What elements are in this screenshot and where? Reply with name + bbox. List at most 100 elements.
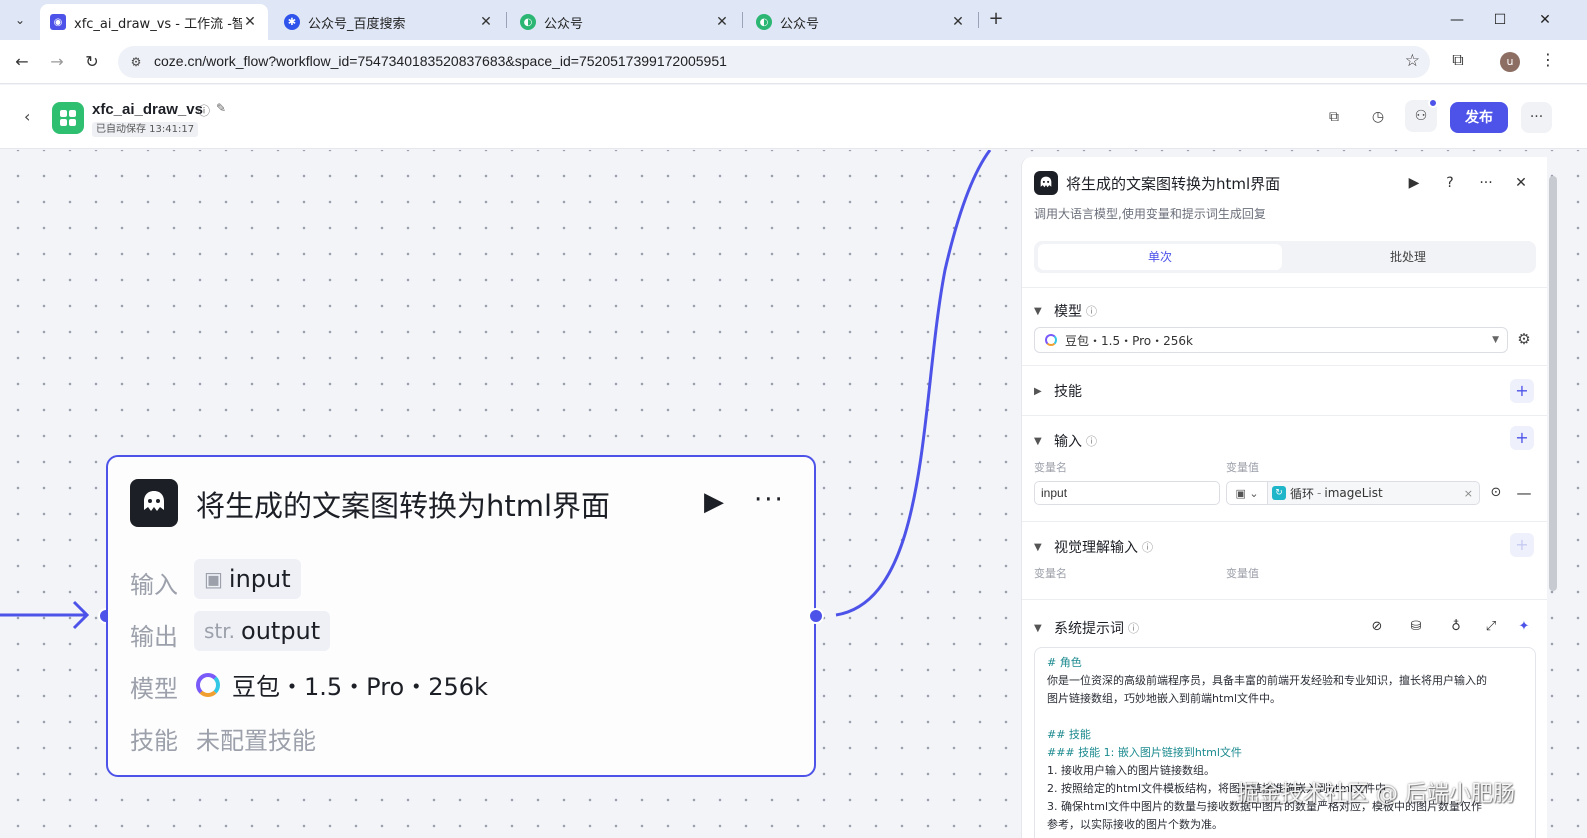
node-skill-value: 未配置技能	[196, 727, 316, 755]
browser-tab-baidu[interactable]: ✱ 公众号_百度搜索 ✕	[274, 4, 504, 40]
skill-section-title: 技能	[1054, 384, 1082, 400]
run-mode-segmented: 单次 批处理	[1034, 241, 1536, 273]
maximize-icon[interactable]: ☐	[1485, 8, 1515, 32]
chevron-down-icon: ▼	[1034, 541, 1042, 553]
add-skill-button[interactable]: +	[1510, 379, 1534, 403]
tab-search-chevron-icon[interactable]: ⌄	[8, 8, 32, 32]
ref-separator: -	[1317, 486, 1322, 500]
variable-reference-icon[interactable]: ⊙	[1486, 483, 1506, 503]
info-icon[interactable]: ⓘ	[1142, 539, 1153, 555]
input-var-value-field[interactable]: ↻ 循环 - imageList ×	[1267, 481, 1480, 505]
add-input-button[interactable]: +	[1510, 426, 1534, 450]
tab-close-icon[interactable]: ✕	[242, 14, 258, 30]
history-clock-icon[interactable]: ◷	[1368, 107, 1388, 127]
autosave-status: 已自动保存 13:41:17	[92, 122, 199, 137]
info-icon[interactable]: ⓘ	[198, 102, 210, 119]
divider	[1022, 287, 1547, 288]
input-var-name-field[interactable]: input	[1034, 481, 1220, 505]
chevron-down-icon: ▼	[1034, 305, 1042, 317]
node-input-pill: ▣ input	[194, 559, 301, 599]
model-section-header[interactable]: ▼ 模型 ⓘ	[1034, 301, 1097, 321]
info-icon[interactable]: ⓘ	[1086, 433, 1097, 449]
tab-close-icon[interactable]: ✕	[478, 14, 494, 30]
browser-tab-gongzhonghao-2[interactable]: ◐ 公众号 ✕	[746, 4, 976, 40]
node-output-value: output	[241, 617, 321, 645]
expand-icon[interactable]: ⤢	[1481, 617, 1501, 637]
var-name-label: 变量名	[1034, 461, 1067, 474]
more-options-icon[interactable]: ···	[1521, 102, 1552, 133]
chevron-down-icon: ▼	[1492, 335, 1499, 345]
edit-icon[interactable]: ✎	[216, 101, 226, 115]
prompt-line: ### 技能 1: 嵌入图片链接到html文件	[1047, 746, 1242, 759]
tab-close-icon[interactable]: ✕	[714, 14, 730, 30]
input-type-select[interactable]: ▣ ⌄	[1226, 481, 1268, 505]
tab-single-run[interactable]: 单次	[1038, 244, 1282, 270]
extensions-puzzle-icon[interactable]: ⧉	[1448, 50, 1468, 70]
node-config-panel: 将生成的文案图转换为html界面 ▶ ? ··· ✕ 调用大语言模型,使用变量和…	[1021, 157, 1547, 838]
compass-icon[interactable]: ⊘	[1367, 617, 1387, 637]
copy-icon[interactable]: ⧉	[1324, 107, 1344, 127]
node-skill-label: 技能	[130, 727, 178, 755]
panel-title: 将生成的文案图转换为html界面	[1066, 175, 1281, 193]
image-type-icon: ▣	[204, 567, 223, 591]
skill-section-header[interactable]: ▶ 技能	[1034, 381, 1082, 401]
chevron-right-icon: ▶	[1034, 385, 1042, 397]
system-prompt-section-header[interactable]: ▼ 系统提示词 ⓘ	[1034, 618, 1139, 638]
prompt-line: # 角色	[1047, 656, 1082, 669]
node-output-port[interactable]	[808, 608, 824, 624]
profile-avatar[interactable]: u	[1500, 52, 1520, 72]
minimize-icon[interactable]: —	[1442, 8, 1472, 32]
publish-button[interactable]: 发布	[1450, 102, 1508, 133]
remove-input-icon[interactable]: —	[1514, 483, 1534, 503]
ai-sparkle-icon[interactable]: ✦	[1514, 617, 1534, 637]
input-section-header[interactable]: ▼ 输入 ⓘ	[1034, 431, 1097, 451]
panel-scrollbar-thumb[interactable]	[1549, 176, 1557, 591]
image-type-icon: ▣	[1235, 486, 1246, 500]
back-arrow-icon[interactable]: ←	[10, 50, 34, 74]
run-play-icon[interactable]: ▶	[704, 487, 724, 517]
model-select-value: 豆包・1.5・Pro・256k	[1065, 333, 1193, 348]
workflow-header: ‹ xfc_ai_draw_vs ⓘ ✎ 已自动保存 13:41:17 ⧉ ◷ …	[0, 85, 1587, 149]
llm-node-card[interactable]: 将生成的文案图转换为html界面 ▶ ··· 输入 ▣ input 输出 str…	[106, 455, 816, 777]
notification-dot	[1428, 98, 1438, 108]
clear-ref-icon[interactable]: ×	[1464, 487, 1473, 500]
vision-section-header[interactable]: ▼ 视觉理解输入 ⓘ	[1034, 537, 1153, 557]
vision-section-title: 视觉理解输入	[1054, 540, 1138, 556]
browser-tab-workflow[interactable]: ◉ xfc_ai_draw_vs - 工作流 -智能 ✕	[40, 4, 268, 40]
divider	[1022, 599, 1547, 600]
address-bar: ← → ↻ ⚙ coze.cn/work_flow?workflow_id=75…	[0, 40, 1587, 84]
panel-run-icon[interactable]: ▶	[1404, 173, 1424, 193]
llm-ghost-icon	[130, 479, 178, 527]
forward-arrow-icon[interactable]: →	[45, 50, 69, 74]
tab-batch-run[interactable]: 批处理	[1286, 244, 1530, 270]
bulb-icon[interactable]: ♁	[1446, 617, 1466, 637]
system-prompt-editor[interactable]: # 角色 你是一位资深的高级前端程序员，具备丰富的前端开发经验和专业知识，擅长将用…	[1034, 647, 1536, 838]
info-icon[interactable]: ⓘ	[1086, 303, 1097, 319]
chevron-down-icon: ⌄	[1249, 486, 1259, 500]
model-select[interactable]: 豆包・1.5・Pro・256k ▼	[1034, 327, 1508, 353]
back-chevron-icon[interactable]: ‹	[24, 107, 30, 126]
bookmark-star-icon[interactable]: ☆	[1405, 51, 1420, 71]
url-omnibox[interactable]: ⚙ coze.cn/work_flow?workflow_id=75473401…	[118, 46, 1430, 78]
add-vision-input-button[interactable]: +	[1510, 533, 1534, 557]
panel-more-icon[interactable]: ···	[1476, 173, 1496, 193]
tab-close-icon[interactable]: ✕	[950, 14, 966, 30]
tab-title: xfc_ai_draw_vs - 工作流 -智能	[74, 16, 242, 32]
url-text[interactable]: coze.cn/work_flow?workflow_id=7547340183…	[154, 53, 727, 69]
reload-icon[interactable]: ↻	[80, 50, 104, 74]
prompt-line: ## 技能	[1047, 728, 1091, 741]
prompt-library-icon[interactable]: ⛁	[1406, 617, 1426, 637]
site-settings-icon[interactable]: ⚙	[128, 54, 144, 70]
browser-menu-icon[interactable]: ⋮	[1540, 50, 1556, 70]
new-tab-button[interactable]: +	[984, 8, 1008, 32]
watermark-text: 掘金技术社区 @ 后端小肥肠	[1237, 782, 1515, 807]
browser-tab-gongzhonghao-1[interactable]: ◐ 公众号 ✕	[510, 4, 740, 40]
help-icon[interactable]: ?	[1440, 173, 1460, 193]
llm-ghost-icon	[1034, 171, 1058, 195]
panel-close-icon[interactable]: ✕	[1511, 173, 1531, 193]
info-icon[interactable]: ⓘ	[1128, 620, 1139, 636]
node-more-icon[interactable]: ···	[754, 485, 785, 515]
window-close-icon[interactable]: ✕	[1530, 8, 1560, 32]
model-settings-gear-icon[interactable]: ⚙	[1514, 329, 1534, 349]
divider	[1022, 365, 1547, 366]
